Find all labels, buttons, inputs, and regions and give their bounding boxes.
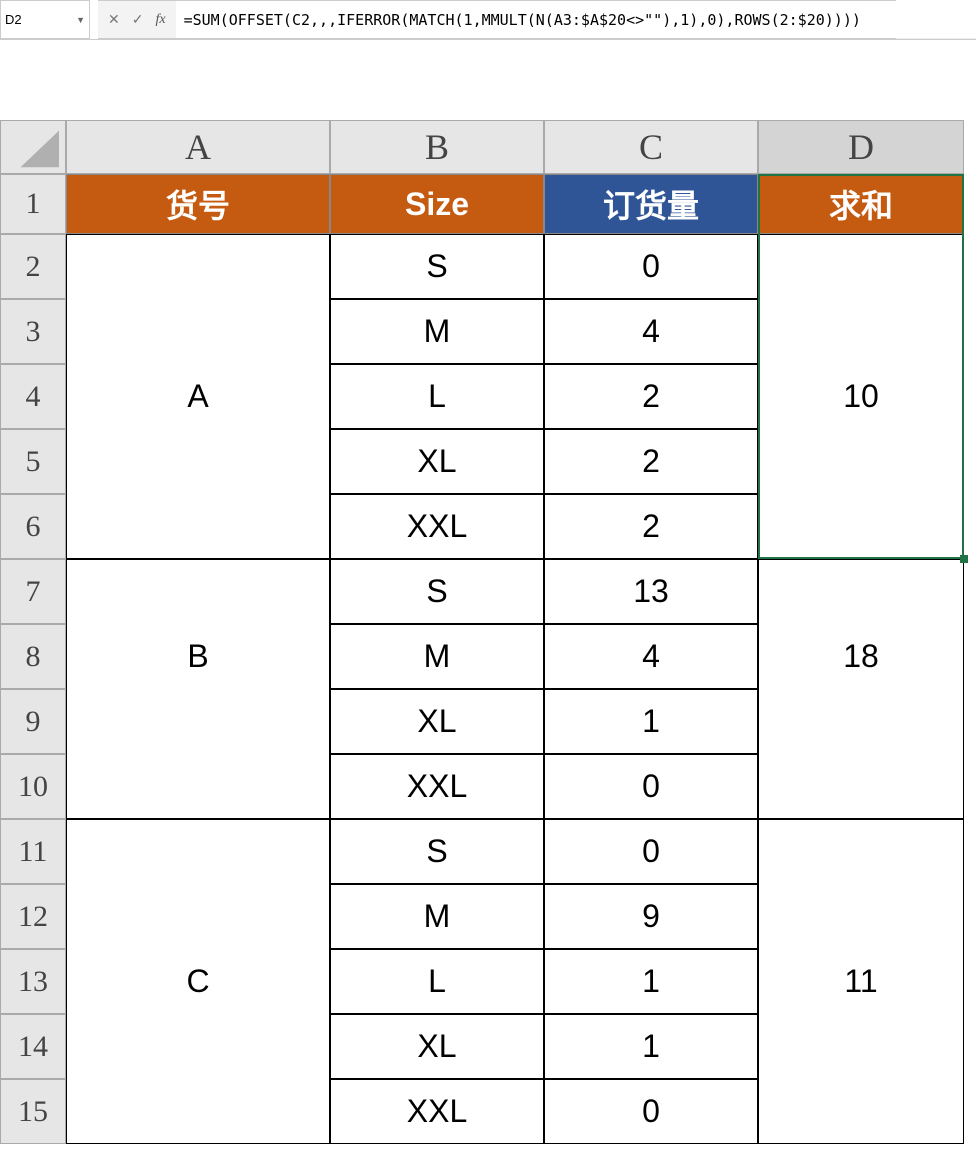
cell-A8[interactable]: B (66, 624, 330, 689)
cell-C10[interactable]: 0 (544, 754, 758, 819)
cell-C14[interactable]: 1 (544, 1014, 758, 1079)
select-all-corner[interactable] (0, 120, 66, 174)
column-header-D[interactable]: D (758, 120, 964, 174)
cell-B13[interactable]: L (330, 949, 544, 1014)
row-header-8[interactable]: 8 (0, 624, 66, 689)
row-header-3[interactable]: 3 (0, 299, 66, 364)
spacer (0, 40, 976, 120)
cell-B5[interactable]: XL (330, 429, 544, 494)
cell-A7[interactable] (66, 559, 330, 624)
cell-C3[interactable]: 4 (544, 299, 758, 364)
cell-D11[interactable] (758, 819, 964, 884)
header-cell-A1[interactable]: 货号 (66, 174, 330, 234)
cell-D14[interactable] (758, 1014, 964, 1079)
spreadsheet-grid: A B C D 1 货号 Size 订货量 求和 2 S 0 3 M 4 4 A… (0, 120, 976, 1144)
formula-bar: D2 ▼ ✕ ✓ fx =SUM(OFFSET(C2,,,IFERROR(MAT… (0, 0, 976, 40)
cell-C13[interactable]: 1 (544, 949, 758, 1014)
row-header-11[interactable]: 11 (0, 819, 66, 884)
cell-B11[interactable]: S (330, 819, 544, 884)
dropdown-icon[interactable]: ▼ (76, 15, 85, 25)
cell-D3[interactable] (758, 299, 964, 364)
row-header-14[interactable]: 14 (0, 1014, 66, 1079)
cell-D9[interactable] (758, 689, 964, 754)
cell-A13[interactable]: C (66, 949, 330, 1014)
row-header-12[interactable]: 12 (0, 884, 66, 949)
cell-A3[interactable] (66, 299, 330, 364)
formula-bar-extension (896, 0, 976, 39)
cell-A4[interactable]: A (66, 364, 330, 429)
cell-C7[interactable]: 13 (544, 559, 758, 624)
cell-C15[interactable]: 0 (544, 1079, 758, 1144)
cell-A15[interactable] (66, 1079, 330, 1144)
cell-A2[interactable] (66, 234, 330, 299)
cell-B3[interactable]: M (330, 299, 544, 364)
row-header-13[interactable]: 13 (0, 949, 66, 1014)
cell-C11[interactable]: 0 (544, 819, 758, 884)
cell-D8[interactable]: 18 (758, 624, 964, 689)
row-header-6[interactable]: 6 (0, 494, 66, 559)
cell-B15[interactable]: XXL (330, 1079, 544, 1144)
header-cell-C1[interactable]: 订货量 (544, 174, 758, 234)
column-header-C[interactable]: C (544, 120, 758, 174)
cell-C12[interactable]: 9 (544, 884, 758, 949)
cell-D4[interactable]: 10 (758, 364, 964, 429)
cell-D10[interactable] (758, 754, 964, 819)
row-header-15[interactable]: 15 (0, 1079, 66, 1144)
name-box-value: D2 (5, 12, 22, 27)
cell-B10[interactable]: XXL (330, 754, 544, 819)
cell-B2[interactable]: S (330, 234, 544, 299)
cell-D13[interactable]: 11 (758, 949, 964, 1014)
cell-A11[interactable] (66, 819, 330, 884)
row-header-7[interactable]: 7 (0, 559, 66, 624)
cell-D7[interactable] (758, 559, 964, 624)
cell-B12[interactable]: M (330, 884, 544, 949)
formula-text: =SUM(OFFSET(C2,,,IFERROR(MATCH(1,MMULT(N… (184, 11, 861, 29)
row-header-2[interactable]: 2 (0, 234, 66, 299)
column-header-B[interactable]: B (330, 120, 544, 174)
header-cell-D1[interactable]: 求和 (758, 174, 964, 234)
cell-A9[interactable] (66, 689, 330, 754)
cell-D2[interactable] (758, 234, 964, 299)
cell-D15[interactable] (758, 1079, 964, 1144)
cell-A10[interactable] (66, 754, 330, 819)
row-header-9[interactable]: 9 (0, 689, 66, 754)
cell-A5[interactable] (66, 429, 330, 494)
cell-C6[interactable]: 2 (544, 494, 758, 559)
cell-B9[interactable]: XL (330, 689, 544, 754)
cell-A14[interactable] (66, 1014, 330, 1079)
cell-A6[interactable] (66, 494, 330, 559)
cell-C2[interactable]: 0 (544, 234, 758, 299)
formula-bar-buttons: ✕ ✓ fx (98, 0, 176, 39)
name-box[interactable]: D2 ▼ (0, 0, 90, 39)
cell-B14[interactable]: XL (330, 1014, 544, 1079)
cell-C5[interactable]: 2 (544, 429, 758, 494)
cell-C9[interactable]: 1 (544, 689, 758, 754)
cell-D5[interactable] (758, 429, 964, 494)
row-header-1[interactable]: 1 (0, 174, 66, 234)
cell-B7[interactable]: S (330, 559, 544, 624)
header-cell-B1[interactable]: Size (330, 174, 544, 234)
fx-icon[interactable]: fx (155, 12, 165, 28)
row-header-10[interactable]: 10 (0, 754, 66, 819)
cell-B8[interactable]: M (330, 624, 544, 689)
cancel-icon[interactable]: ✕ (108, 11, 120, 28)
row-header-5[interactable]: 5 (0, 429, 66, 494)
cell-B6[interactable]: XXL (330, 494, 544, 559)
column-header-A[interactable]: A (66, 120, 330, 174)
formula-input[interactable]: =SUM(OFFSET(C2,,,IFERROR(MATCH(1,MMULT(N… (176, 0, 896, 39)
cell-D6[interactable] (758, 494, 964, 559)
cell-D12[interactable] (758, 884, 964, 949)
cell-A12[interactable] (66, 884, 330, 949)
cell-B4[interactable]: L (330, 364, 544, 429)
confirm-icon[interactable]: ✓ (132, 11, 144, 28)
cell-C8[interactable]: 4 (544, 624, 758, 689)
row-header-4[interactable]: 4 (0, 364, 66, 429)
cell-C4[interactable]: 2 (544, 364, 758, 429)
